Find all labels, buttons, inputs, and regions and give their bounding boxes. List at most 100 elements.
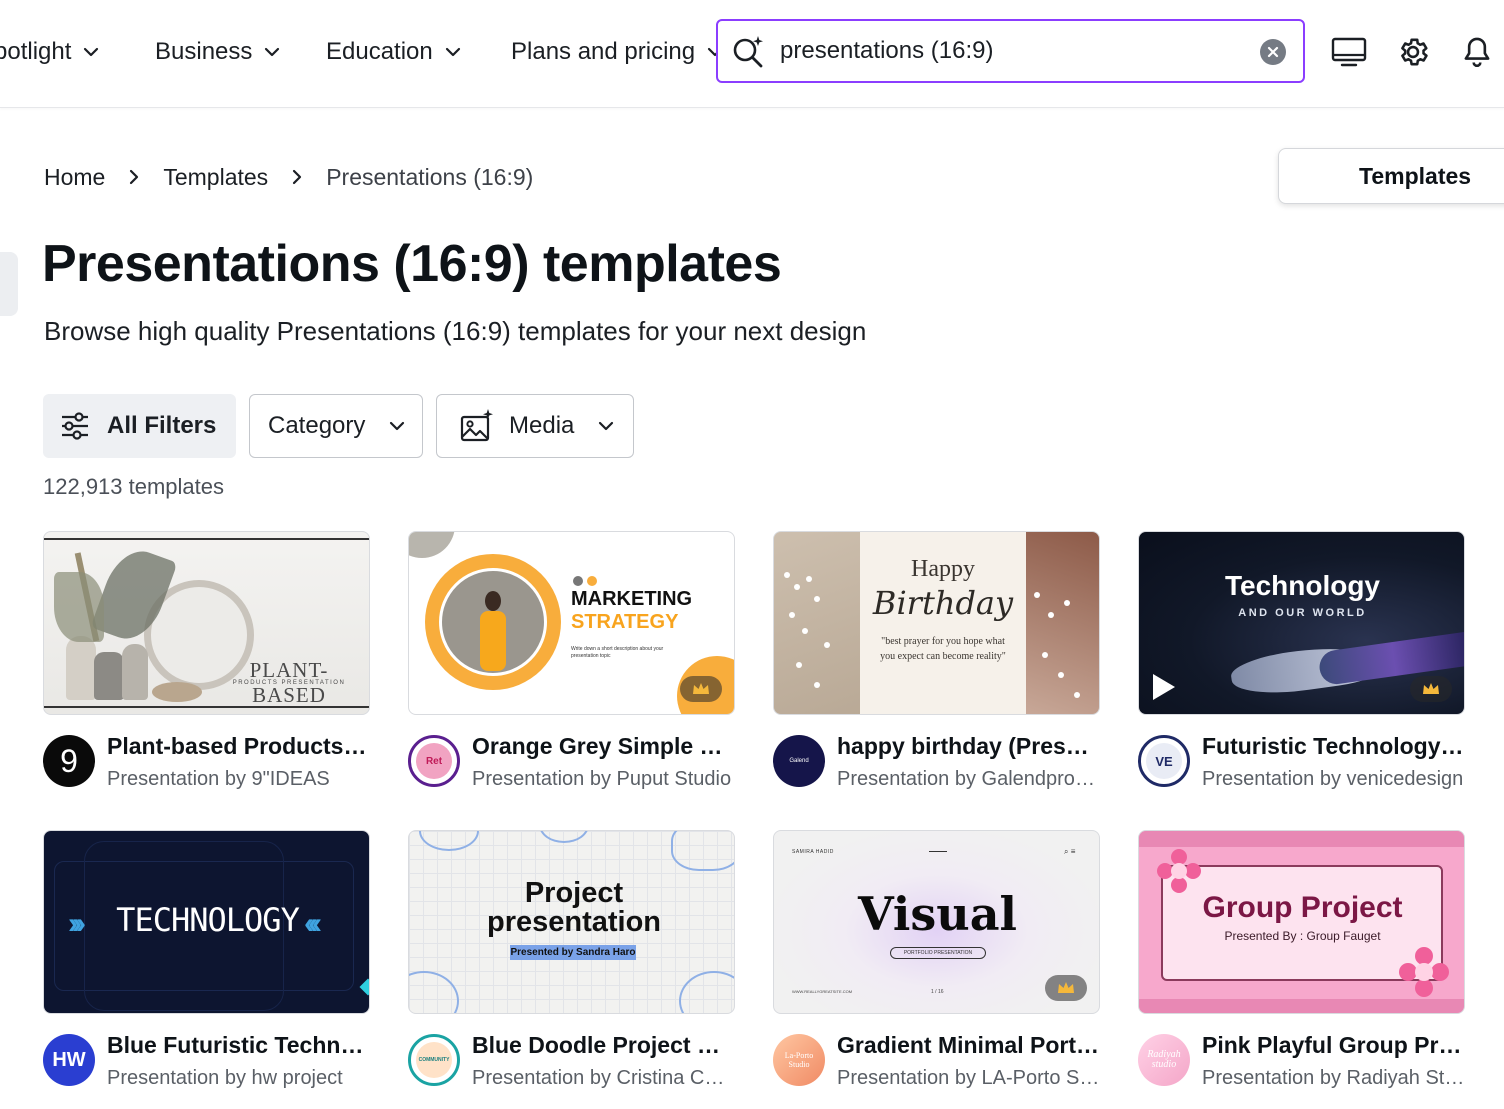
settings-button[interactable] — [1391, 30, 1435, 74]
avatar[interactable]: Ret — [408, 735, 460, 787]
page-subtitle: Browse high quality Presentations (16:9)… — [44, 316, 867, 346]
card-author: Presentation by LA-Porto Studio — [837, 1067, 1100, 1089]
avatar[interactable]: La-Porto Studio — [773, 1034, 825, 1086]
card-title[interactable]: Futuristic Technology Presentation — [1202, 733, 1465, 760]
card-author: Presentation by Galendpro Studio — [837, 768, 1100, 790]
template-thumbnail[interactable]: Happy Birthday "best prayer for you hope… — [773, 531, 1100, 715]
all-filters-button[interactable]: All Filters — [43, 394, 236, 458]
breadcrumb-templates[interactable]: Templates — [163, 164, 268, 191]
side-panel-edge[interactable] — [0, 252, 18, 316]
template-thumbnail[interactable]: SAMIRA HADID ⌕ ≡ Visual PORTFOLIO PRESEN… — [773, 830, 1100, 1014]
category-dropdown[interactable]: Category — [249, 394, 423, 458]
template-thumbnail[interactable]: Project presentation Presented by Sandra… — [408, 830, 735, 1014]
avatar[interactable]: Galend — [773, 735, 825, 787]
card-title[interactable]: Plant-based Products Presentation — [107, 733, 370, 760]
thumb-subtitle: AND OUR WORLD — [1238, 607, 1367, 619]
search-bar[interactable] — [716, 19, 1305, 83]
avatar-text: COMMUNITY — [418, 1057, 450, 1063]
image-sparkle-icon — [460, 409, 493, 442]
avatar-text: HW — [52, 1048, 86, 1071]
category-label: Category — [268, 412, 366, 439]
avatar[interactable]: HW — [43, 1034, 95, 1086]
page-title: Presentations (16:9) templates — [42, 235, 782, 293]
chevron-down-icon — [390, 421, 405, 431]
premium-crown-icon — [1410, 676, 1452, 702]
nav-plans-label: Plans and pricing — [511, 38, 696, 65]
sliders-icon — [62, 412, 88, 440]
template-thumbnail[interactable]: MARKETING STRATEGY Write down a short de… — [408, 531, 735, 715]
template-count: 122,913 templates — [43, 474, 225, 499]
thumb-title: TECHNOLOGY — [116, 901, 300, 939]
card-title[interactable]: happy birthday (Presentation) — [837, 733, 1100, 760]
premium-crown-icon — [1045, 975, 1087, 1001]
monitor-icon — [1331, 37, 1367, 67]
chevron-right-icon — [290, 168, 304, 186]
avatar-text: VE — [1155, 753, 1173, 769]
breadcrumb-home[interactable]: Home — [44, 164, 105, 191]
card-title[interactable]: Gradient Minimal Portfolio Presentation — [837, 1032, 1100, 1059]
thumb-note: Write down a short description about you… — [571, 646, 664, 659]
card-title[interactable]: Pink Playful Group Project Presentation — [1202, 1032, 1465, 1059]
card-author: Presentation by Cristina Cañas — [472, 1067, 735, 1089]
card-author: Presentation by 9"IDEAS — [107, 768, 330, 790]
nav-business[interactable]: Business — [155, 34, 282, 70]
avatar[interactable]: 9 — [43, 735, 95, 787]
avatar[interactable]: VE — [1138, 735, 1190, 787]
avatar[interactable]: COMMUNITY — [408, 1034, 460, 1086]
template-thumbnail[interactable]: PLANT-BASED PRODUCTS PRESENTATION — [43, 531, 370, 715]
desktop-app-button[interactable] — [1327, 30, 1371, 74]
breadcrumb: Home Templates Presentations (16:9) — [44, 160, 533, 194]
avatar-text: Radiyah studio — [1147, 1049, 1181, 1070]
template-thumbnail[interactable]: Group Project Presented By : Group Fauge… — [1138, 830, 1465, 1014]
media-dropdown[interactable]: Media — [436, 394, 634, 458]
top-navigation-bar: Spotlight Business Education Plans and p… — [0, 0, 1504, 108]
premium-crown-icon — [680, 676, 722, 702]
template-thumbnail[interactable]: ››› ‹‹‹ TECHNOLOGY — [43, 830, 370, 1014]
clear-search-button[interactable] — [1260, 39, 1286, 65]
chevron-down-icon — [599, 421, 614, 431]
thumb-subtitle: PRODUCTS PRESENTATION — [232, 680, 346, 686]
card-author: Presentation by venicedesign — [1202, 768, 1464, 790]
card-title[interactable]: Orange Grey Simple Elegant Marketing Str… — [472, 733, 735, 760]
card-title[interactable]: Blue Doodle Project Presentation — [472, 1032, 735, 1059]
avatar-text: 9 — [60, 742, 78, 779]
nav-plans-pricing[interactable]: Plans and pricing — [511, 34, 725, 70]
thumb-title: Technology — [1224, 570, 1381, 601]
card-title[interactable]: Blue Futuristic Technology Presentation — [107, 1032, 370, 1059]
avatar-text: La-Porto Studio — [784, 1051, 814, 1069]
thumb-subtitle: Presented By : Group Fauget — [1224, 929, 1381, 943]
thumb-page: 1 / 16 — [931, 989, 944, 995]
thumb-website: WWW.REALLYGREATSITE.COM — [792, 989, 853, 994]
nav-education[interactable]: Education — [326, 34, 463, 70]
nav-education-label: Education — [326, 38, 433, 65]
templates-side-tab[interactable]: Templates — [1278, 148, 1504, 204]
thumb-note: "best prayer for you hope what you expec… — [880, 636, 1006, 662]
bell-icon — [1464, 37, 1490, 67]
thumb-subtitle: STRATEGY — [571, 611, 679, 633]
nav-spotlight[interactable]: Spotlight — [0, 34, 101, 70]
thumb-title: MARKETING — [571, 588, 693, 610]
chevron-down-icon — [84, 47, 99, 57]
thumb-title: Visual — [858, 887, 1017, 941]
notifications-button[interactable] — [1455, 30, 1499, 74]
nav-spotlight-label: Spotlight — [0, 38, 72, 65]
thumb-subtitle: Presented by Sandra Haro — [510, 945, 636, 960]
card-author: Presentation by hw project — [107, 1067, 343, 1089]
search-input[interactable] — [780, 33, 1250, 69]
media-label: Media — [509, 412, 575, 439]
template-thumbnail[interactable]: Technology AND OUR WORLD — [1138, 531, 1465, 715]
close-icon — [1267, 46, 1279, 58]
templates-side-tab-label: Templates — [1359, 162, 1472, 189]
thumb-note: SAMIRA HADID — [792, 849, 834, 855]
breadcrumb-current: Presentations (16:9) — [326, 163, 534, 190]
flower-icon — [1399, 947, 1449, 997]
thumb-subtitle: PORTFOLIO PRESENTATION — [890, 947, 986, 959]
flower-icon — [1157, 849, 1201, 893]
all-filters-label: All Filters — [107, 412, 217, 439]
magic-search-icon — [733, 36, 763, 68]
avatar[interactable]: Radiyah studio — [1138, 1034, 1190, 1086]
card-author: Presentation by Puput Studio — [472, 768, 732, 790]
thumb-title: Group Project — [1202, 891, 1403, 924]
avatar-text: Galend — [789, 758, 809, 764]
gear-icon — [1401, 38, 1428, 66]
